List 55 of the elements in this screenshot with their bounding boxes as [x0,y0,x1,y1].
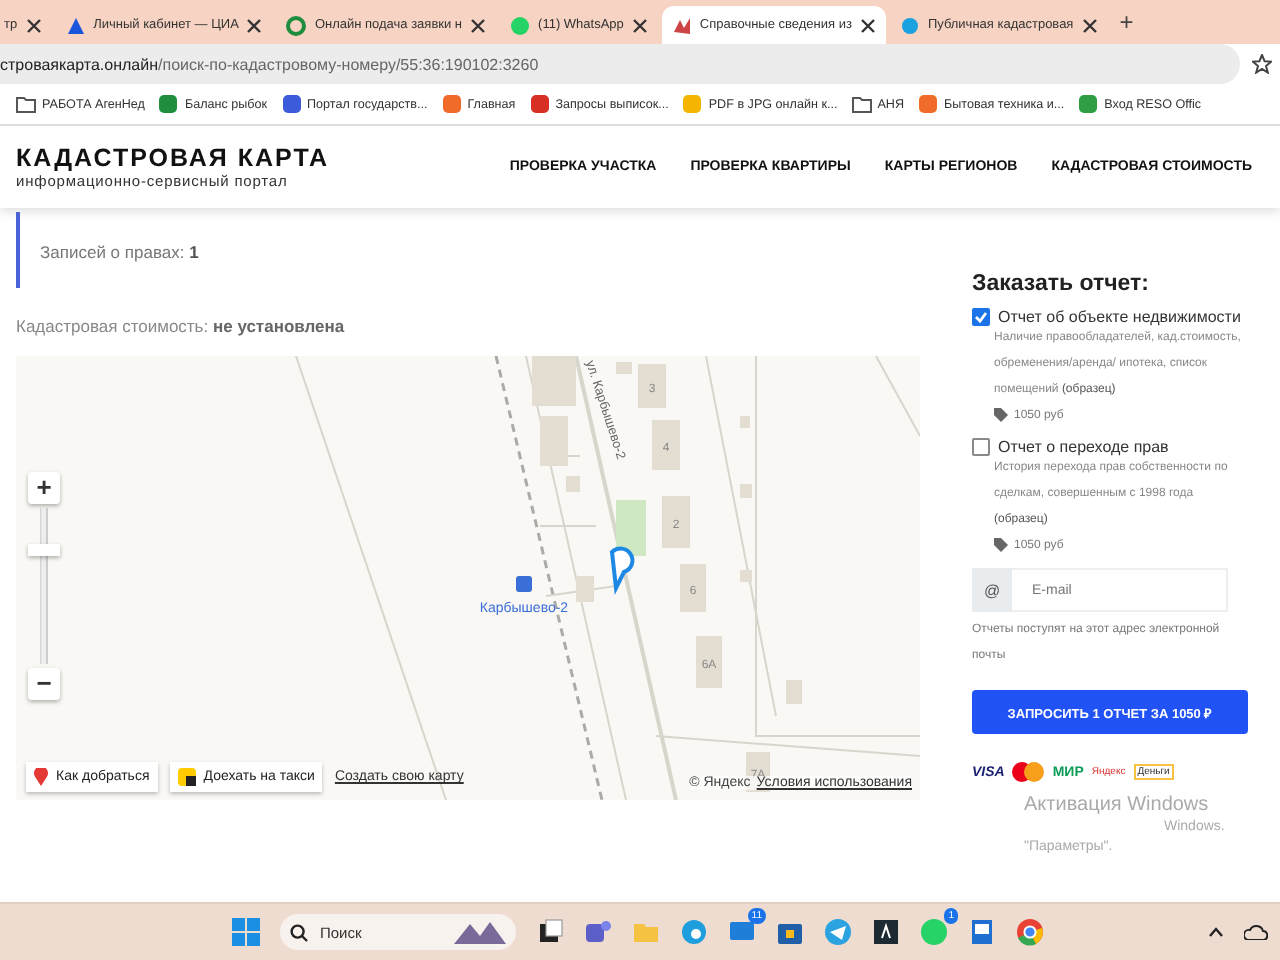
building [662,496,690,548]
activation-title: Активация Windows [1024,794,1211,816]
option-label[interactable]: Отчет о переходе прав [998,438,1169,456]
checkbox[interactable] [972,308,990,326]
building [638,364,666,408]
tab-favicon-icon [510,15,531,35]
site-logo[interactable]: КАДАСТРОВАЯ КАРТА [16,144,330,172]
close-icon [859,17,876,33]
team-chat-icon[interactable] [584,918,612,946]
tag-icon [994,408,1008,422]
zoom-in-button[interactable]: + [28,472,60,504]
park-area [616,500,646,556]
location-pin-icon [610,546,635,590]
monitor-icon[interactable] [728,918,756,946]
at-sign: @ [972,568,1012,612]
browser-icon[interactable] [680,918,708,946]
zoom-out-button[interactable]: − [28,668,60,700]
paper-plane-icon[interactable] [824,918,852,946]
taxi-icon [177,768,196,786]
landscape-icon [454,920,506,944]
app-icon[interactable] [536,918,564,946]
address-field[interactable]: строваякарта.онлайн/поиск-по-кадастровому-номеру/55:36:190102:3260 [0,44,1240,84]
building [696,636,722,688]
document-icon[interactable] [968,918,996,946]
star-icon [1252,54,1272,74]
checkbox[interactable] [972,438,990,456]
close-icon [1081,17,1098,33]
tab-favicon-icon [899,15,920,35]
tag-icon [994,538,1008,552]
station-icon [516,576,532,592]
check-icon [974,310,988,324]
close-icon [246,17,263,33]
option-label[interactable]: Отчет об объекте недвижимости [998,308,1241,326]
location-pin-icon [34,768,48,786]
close-icon [25,17,42,33]
windows-start-icon [232,918,260,946]
rights-count: Записей о правах: 1 [40,242,199,262]
mastercard-logo-icon [1012,762,1045,782]
order-title: Заказать отчет: [972,272,1152,296]
building [652,420,680,470]
close-icon [470,17,487,33]
search-icon [290,923,308,941]
cadastral-cost: Кадастровая стоимость: не установлена [16,316,347,336]
tab-favicon-icon [671,15,692,35]
cloud-icon [1244,924,1268,940]
chrome-icon[interactable] [1016,918,1044,946]
zoom-handle[interactable] [28,544,60,556]
tab-favicon-icon [286,15,307,35]
new-tab-button[interactable]: + [1111,8,1142,36]
tab-favicon-icon [65,15,86,35]
app-icon[interactable] [872,918,900,946]
close-icon [631,17,648,33]
store-icon[interactable] [776,918,804,946]
building [680,564,706,612]
chevron-up-icon [1208,926,1224,938]
